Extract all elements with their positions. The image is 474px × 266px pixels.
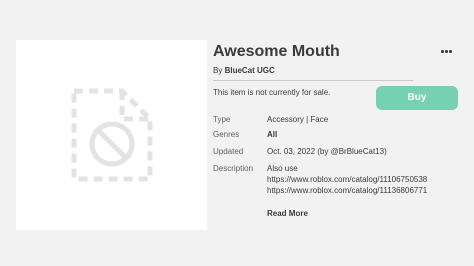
description-line: Also use bbox=[267, 164, 298, 173]
divider bbox=[213, 80, 413, 81]
updated-value: Oct. 03, 2022 (by @BrBlueCat13) bbox=[267, 146, 387, 157]
read-more-link[interactable]: Read More bbox=[267, 208, 308, 219]
item-title: Awesome Mouth bbox=[213, 43, 340, 60]
sale-row: This item is not currently for sale. Buy bbox=[213, 86, 459, 110]
item-details: Awesome Mouth By BlueCat UGC This item i… bbox=[213, 42, 459, 218]
type-label: Type bbox=[213, 115, 231, 124]
buy-button[interactable]: Buy bbox=[376, 86, 458, 110]
type-value: Accessory | Face bbox=[267, 115, 329, 124]
unavailable-file-icon bbox=[71, 88, 153, 182]
updated-suffix: ) bbox=[384, 147, 387, 156]
item-thumbnail bbox=[16, 40, 207, 230]
by-prefix: By bbox=[213, 66, 225, 75]
description-link[interactable]: https://www.roblox.com/catalog/111067505… bbox=[267, 174, 427, 185]
description-label: Description bbox=[213, 164, 254, 173]
sale-status-text: This item is not currently for sale. bbox=[213, 88, 331, 97]
updated-date: Oct. 03, 2022 (by bbox=[267, 147, 331, 156]
updated-label: Updated bbox=[213, 147, 244, 156]
genres-value: All bbox=[267, 130, 278, 139]
creator-link[interactable]: BlueCat UGC bbox=[225, 66, 275, 75]
more-options-icon[interactable] bbox=[439, 42, 453, 60]
updated-by-link[interactable]: @BrBlueCat13 bbox=[331, 147, 384, 156]
genres-label: Genres bbox=[213, 130, 240, 139]
item-details-page: Awesome Mouth By BlueCat UGC This item i… bbox=[0, 0, 474, 266]
description-link[interactable]: https://www.roblox.com/catalog/111368067… bbox=[267, 185, 427, 196]
description-text: Also use https://www.roblox.com/catalog/… bbox=[267, 163, 427, 196]
item-byline: By BlueCat UGC bbox=[213, 65, 459, 77]
